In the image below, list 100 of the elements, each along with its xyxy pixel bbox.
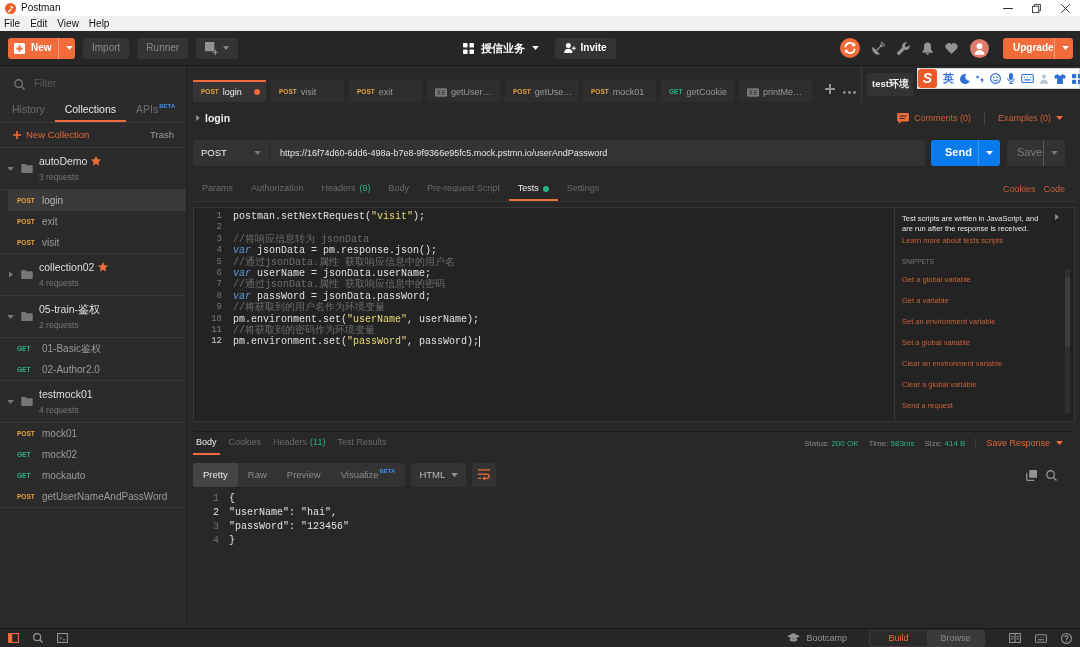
comment-icon bbox=[896, 112, 909, 124]
collection-name[interactable]: 05-train-鉴权 bbox=[39, 303, 101, 316]
runner-button[interactable]: Runner bbox=[137, 37, 189, 59]
plus-icon[interactable] bbox=[825, 84, 835, 94]
sidebar-toggle-icon[interactable] bbox=[8, 633, 19, 643]
line-number: 10 bbox=[210, 313, 222, 325]
new-button[interactable]: New bbox=[8, 37, 75, 59]
satellite-dish-icon[interactable] bbox=[872, 41, 885, 55]
menu-item[interactable]: View bbox=[57, 17, 79, 30]
new-window-button[interactable] bbox=[196, 37, 239, 59]
keyboard-icon[interactable] bbox=[1021, 74, 1034, 83]
send-button[interactable]: Send bbox=[931, 140, 1000, 166]
view-mode-tab[interactable]: Pretty bbox=[193, 463, 238, 487]
request-section-tab[interactable]: Settings bbox=[557, 178, 609, 201]
sidebar-tab[interactable]: Collections bbox=[54, 99, 127, 122]
collection-name[interactable]: collection02 bbox=[39, 261, 95, 274]
view-mode-tab[interactable]: Raw bbox=[237, 463, 277, 487]
import-button[interactable]: Import bbox=[83, 37, 130, 59]
format-dropdown[interactable]: HTML bbox=[411, 463, 467, 487]
bootcamp-button[interactable]: Bootcamp bbox=[787, 632, 847, 644]
menu-item[interactable]: File bbox=[4, 17, 21, 30]
menu-item[interactable]: Edit bbox=[30, 17, 48, 30]
wrap-button[interactable] bbox=[472, 463, 497, 487]
close-icon[interactable] bbox=[1061, 3, 1070, 13]
scrollbar[interactable] bbox=[1065, 269, 1070, 413]
code-link[interactable]: Code bbox=[1043, 184, 1065, 195]
sidebar-tab[interactable]: History bbox=[2, 99, 55, 122]
request-tab[interactable]: printMe… bbox=[739, 80, 812, 102]
input-mode-button[interactable]: 英 bbox=[943, 71, 954, 86]
sync-icon[interactable] bbox=[840, 38, 860, 58]
console-icon[interactable] bbox=[57, 633, 68, 643]
minimize-icon[interactable] bbox=[1002, 7, 1013, 9]
help-icon[interactable] bbox=[1061, 632, 1072, 644]
view-mode-tab[interactable]: Preview bbox=[276, 463, 331, 487]
code-line: //通过jsonData.属性 获取响应信息中的密码 bbox=[233, 279, 445, 291]
code-line: pm.environment.set("passWord", passWord); bbox=[233, 336, 480, 348]
caret-icon[interactable] bbox=[8, 271, 13, 278]
new-collection-button[interactable]: New Collection bbox=[13, 129, 90, 141]
caret-icon[interactable] bbox=[7, 166, 14, 171]
method-dropdown[interactable]: POST bbox=[193, 140, 270, 166]
caret-icon[interactable] bbox=[1055, 214, 1059, 220]
more-icon[interactable] bbox=[843, 91, 856, 94]
avatar-icon[interactable] bbox=[970, 38, 989, 58]
view-mode-tab[interactable]: Visualize$^{BETA}$ bbox=[330, 463, 406, 487]
comments-button[interactable]: Comments (0) bbox=[896, 112, 971, 124]
request-section-tab[interactable]: Params bbox=[193, 178, 242, 201]
menu-item[interactable]: Help bbox=[88, 17, 110, 30]
search-icon[interactable] bbox=[14, 78, 25, 90]
keyboard-icon[interactable] bbox=[1035, 633, 1047, 643]
save-button[interactable]: Save bbox=[1007, 140, 1065, 166]
response-tab[interactable]: Test Results bbox=[334, 432, 390, 455]
mode-tab[interactable]: Build bbox=[870, 630, 927, 646]
caret-icon[interactable] bbox=[7, 314, 14, 319]
request-name[interactable]: login bbox=[205, 111, 231, 125]
caret-icon bbox=[1056, 441, 1063, 446]
shirt-icon[interactable] bbox=[1054, 73, 1066, 84]
response-tab[interactable]: Headers (11) bbox=[270, 432, 329, 455]
restore-icon[interactable] bbox=[1032, 3, 1041, 13]
examples-dropdown[interactable]: Examples (0) bbox=[998, 112, 1063, 124]
invite-button[interactable]: Invite bbox=[554, 37, 616, 59]
grid-icon[interactable] bbox=[1072, 73, 1080, 84]
request-section-tab[interactable]: Body bbox=[379, 178, 419, 201]
copy-icon[interactable] bbox=[1026, 469, 1037, 481]
sidebar-tab[interactable]: APIs$^{BETA}$ bbox=[126, 99, 186, 122]
bell-icon[interactable] bbox=[922, 41, 933, 55]
code-line: postman.setNextRequest("visit"); bbox=[233, 211, 426, 223]
ime-logo: S bbox=[918, 69, 937, 88]
caret-icon[interactable] bbox=[7, 399, 14, 404]
upgrade-button[interactable]: Upgrade bbox=[1003, 37, 1073, 59]
response-tab[interactable]: Cookies bbox=[225, 432, 265, 455]
workspace-dropdown[interactable]: 授信业务 bbox=[462, 41, 539, 55]
code-line: //将响应信息转为 jsonData bbox=[233, 233, 369, 245]
search-icon[interactable] bbox=[33, 633, 43, 643]
save-response-dropdown[interactable]: Save Response bbox=[975, 438, 1063, 449]
environment-dropdown[interactable]: test环境 bbox=[867, 72, 913, 96]
status-text: Status: 200 OK bbox=[804, 438, 859, 449]
punctuation-icon[interactable] bbox=[976, 74, 984, 83]
collection-name[interactable]: autoDemo bbox=[39, 155, 88, 168]
url-field[interactable]: https://16f74d60-6dd6-498a-b7e8-9f9366e95fc5.mock.pstmn.io/userAndPassword bbox=[270, 140, 925, 166]
trash-button[interactable]: Trash bbox=[150, 129, 174, 141]
request-section-tab[interactable]: Pre-request Script bbox=[418, 178, 509, 201]
cookies-link[interactable]: Cookies bbox=[1002, 184, 1036, 195]
heart-icon[interactable] bbox=[945, 42, 958, 54]
request-tab[interactable]: getUser… bbox=[427, 80, 500, 102]
request-section-tab[interactable]: Headers (9) bbox=[312, 178, 380, 201]
response-tab[interactable]: Body bbox=[193, 432, 220, 455]
smiley-icon[interactable] bbox=[990, 73, 1001, 84]
star-icon[interactable] bbox=[98, 262, 109, 273]
caret-icon[interactable] bbox=[196, 115, 200, 121]
request-section-tab[interactable]: Authorization bbox=[242, 178, 313, 201]
line-number: 11 bbox=[210, 324, 222, 337]
collection-name[interactable]: testmock01 bbox=[39, 388, 93, 401]
search-icon[interactable] bbox=[1046, 469, 1057, 481]
microphone-icon[interactable] bbox=[1007, 73, 1015, 84]
request-section-tab[interactable]: Tests bbox=[508, 178, 558, 201]
two-pane-icon[interactable] bbox=[1009, 633, 1021, 643]
settings-icon[interactable] bbox=[897, 41, 910, 55]
star-icon[interactable] bbox=[91, 156, 102, 167]
mode-tab[interactable]: Browse bbox=[927, 630, 984, 646]
moon-icon[interactable] bbox=[960, 73, 970, 84]
